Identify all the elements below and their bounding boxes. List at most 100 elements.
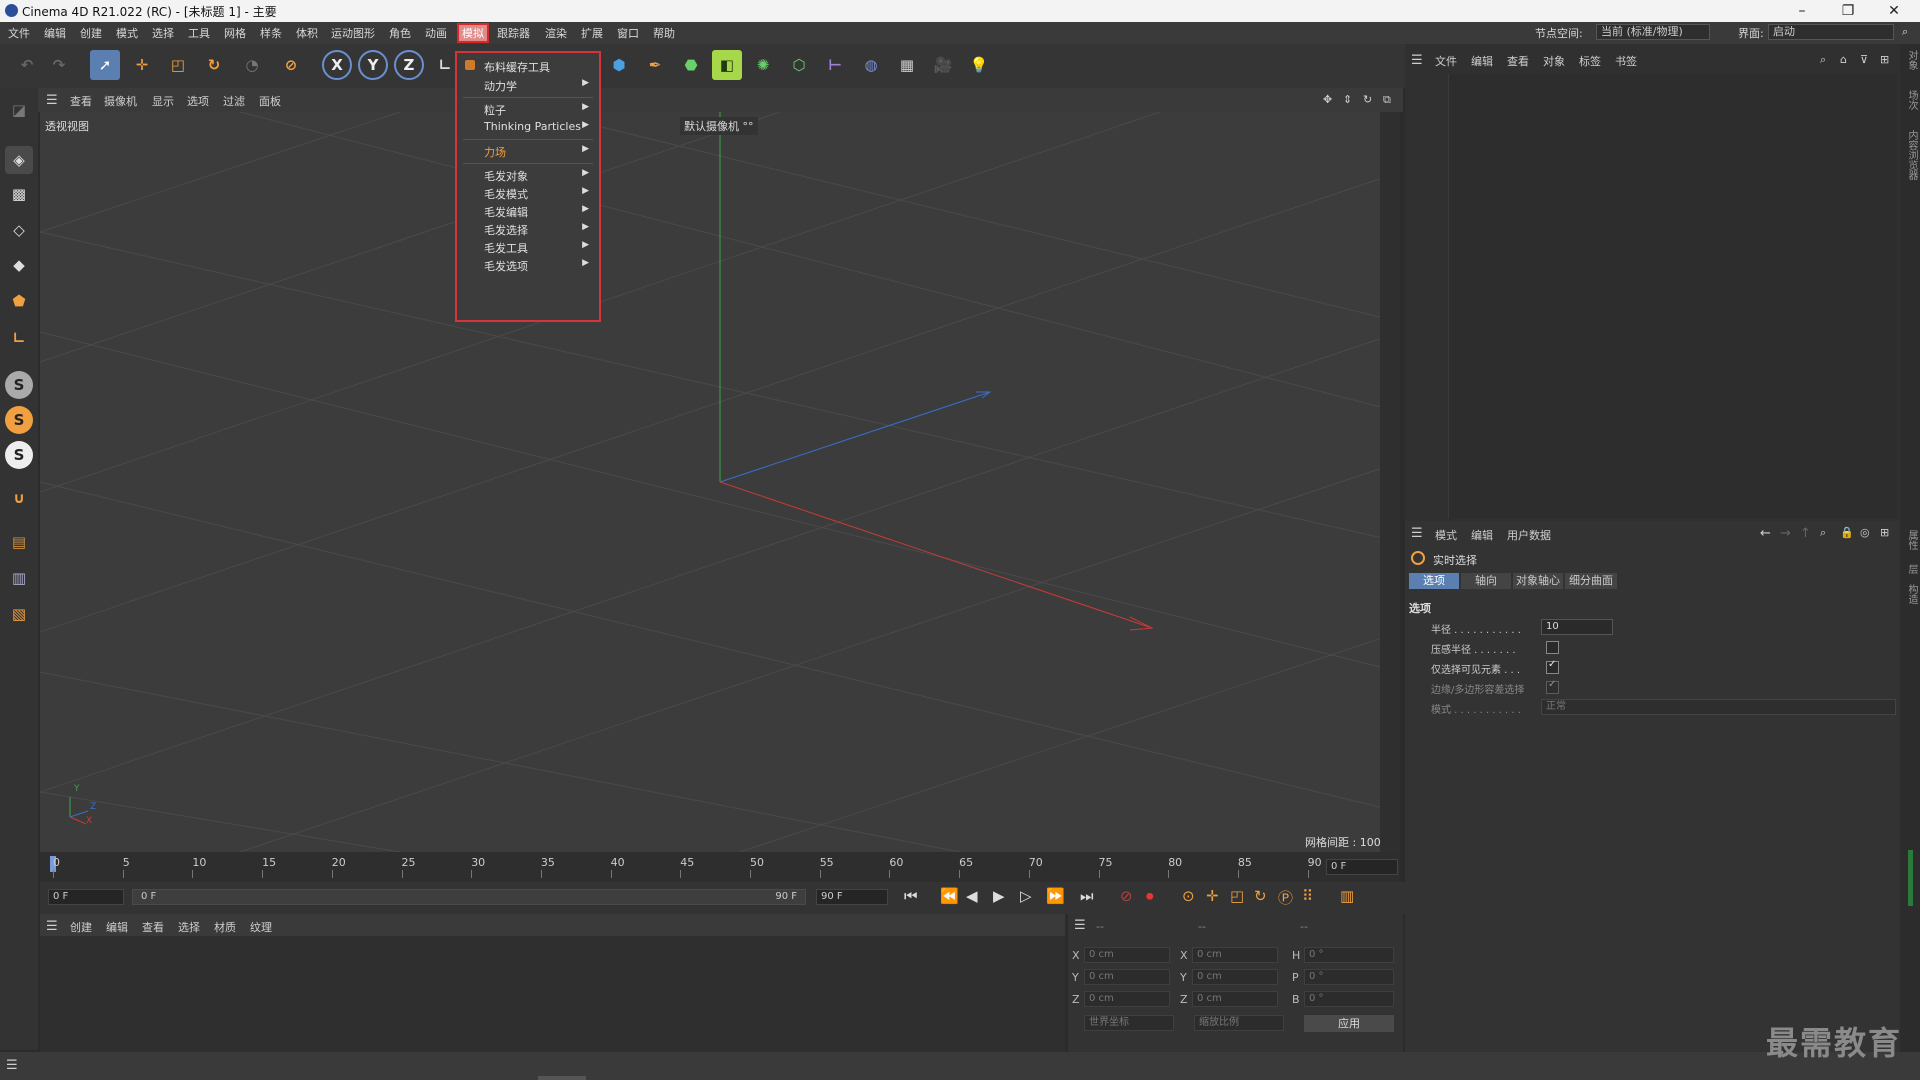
restore-button[interactable]: ❐ [1828, 1, 1868, 21]
attr-back-icon[interactable]: ← [1760, 526, 1771, 541]
record-keys-icon[interactable]: ⊘ [1120, 887, 1133, 905]
menu-item-hair-selection[interactable]: 毛发选择 ▶ [457, 219, 599, 239]
tab-object-axis[interactable]: 对象轴心 [1513, 573, 1563, 589]
bend-deformer-icon[interactable]: ⊢ [820, 50, 850, 80]
menu-character[interactable]: 角色 [389, 25, 411, 41]
object-hamburger-icon[interactable]: ☰ [1411, 53, 1423, 68]
next-key-icon[interactable]: ⏩ [1046, 887, 1065, 905]
object-menu-tags[interactable]: 标签 [1579, 53, 1601, 69]
viewport-menu-display[interactable]: 显示 [152, 93, 174, 109]
viewport-orbit-icon[interactable]: ↻ [1363, 93, 1372, 106]
viewport-maximize-icon[interactable]: ⧉ [1383, 93, 1391, 107]
subdivision-icon[interactable]: ⬣ [676, 50, 706, 80]
cloner-icon[interactable]: ⬡ [784, 50, 814, 80]
live-select-icon[interactable]: ➚ [90, 50, 120, 80]
object-list[interactable] [1448, 74, 1897, 519]
play-icon[interactable]: ▶ [993, 887, 1005, 905]
menu-volume[interactable]: 体积 [296, 25, 318, 41]
strip-tab-attributes[interactable]: 属性 [1904, 530, 1919, 550]
timeline-window-icon[interactable]: ▥ [1340, 887, 1354, 905]
menu-item-hair-mode[interactable]: 毛发模式 ▶ [457, 183, 599, 203]
scale-icon[interactable]: ◰ [163, 50, 193, 80]
x-axis-lock-button[interactable]: X [322, 50, 352, 80]
size-z-field[interactable]: 0 cm [1192, 991, 1278, 1007]
object-menu-edit[interactable]: 编辑 [1471, 53, 1493, 69]
object-search-icon[interactable]: ⌕ [1820, 53, 1826, 67]
model-mode-icon[interactable]: ◈ [5, 146, 33, 174]
menu-render[interactable]: 渲染 [545, 25, 567, 41]
coords-hamburger-icon[interactable]: ☰ [1074, 918, 1086, 933]
edges-mode-icon[interactable]: ◆ [5, 251, 33, 279]
deformer-icon[interactable]: ✺ [748, 50, 778, 80]
pos-z-field[interactable]: 0 cm [1084, 991, 1170, 1007]
recent-tool-icon[interactable]: ◔ [237, 50, 267, 80]
rot-h-field[interactable]: 0 ° [1304, 947, 1394, 963]
magnet-icon[interactable]: ∪ [5, 484, 33, 512]
material-menu-select[interactable]: 选择 [178, 919, 200, 935]
coordinate-space-select[interactable]: 世界坐标 [1084, 1015, 1174, 1031]
strip-tab-content-browser[interactable]: 内容浏览器 [1904, 130, 1919, 180]
floor-icon[interactable]: ▦ [892, 50, 922, 80]
menu-simulate[interactable]: 模拟 [457, 23, 489, 43]
texture-mode-icon[interactable]: ▩ [5, 180, 33, 208]
status-hamburger-icon[interactable]: ☰ [6, 1058, 18, 1073]
menu-mode[interactable]: 模式 [116, 25, 138, 41]
material-menu-view[interactable]: 查看 [142, 919, 164, 935]
quantize-icon[interactable]: S [5, 441, 33, 469]
close-button[interactable]: ✕ [1874, 1, 1914, 21]
previous-frame-icon[interactable]: ◀ [966, 887, 978, 905]
locked-workplane-icon[interactable]: ▥ [5, 564, 33, 592]
mode-select[interactable]: 正常 [1541, 699, 1896, 715]
viewport-menu-filter[interactable]: 过滤 [223, 93, 245, 109]
snap-settings-icon[interactable]: S [5, 406, 33, 434]
menu-mograph[interactable]: 运动图形 [331, 25, 375, 41]
viewport-dolly-icon[interactable]: ⇕ [1343, 93, 1352, 106]
attr-target-icon[interactable]: ◎ [1860, 526, 1870, 539]
undo-icon[interactable]: ↶ [12, 50, 42, 80]
end-frame-field[interactable]: 90 F [816, 889, 888, 905]
search-icon[interactable]: ⌕ [1902, 25, 1908, 39]
menu-item-hair-tools[interactable]: 毛发工具 ▶ [457, 237, 599, 257]
polygons-mode-icon[interactable]: ⬟ [5, 287, 33, 315]
timeline-ruler[interactable]: 0 5 10 15 20 25 30 35 40 45 50 55 60 65 70 75 80 85 90 0 F [40, 852, 1400, 882]
rotation-key-icon[interactable]: ↻ [1254, 887, 1267, 905]
menu-item-hair-objects[interactable]: 毛发对象 ▶ [457, 165, 599, 185]
previous-key-icon[interactable]: ⏪ [940, 887, 959, 905]
object-menu-objects[interactable]: 对象 [1543, 53, 1565, 69]
pos-y-field[interactable]: 0 cm [1084, 969, 1170, 985]
coordinate-system-icon[interactable]: ⊘ [276, 50, 306, 80]
menu-item-cloth-cache[interactable]: 布料缓存工具 [457, 56, 599, 76]
parameter-key-icon[interactable]: Ⓟ [1278, 887, 1293, 908]
layout-select[interactable]: 启动 [1768, 24, 1894, 40]
menu-animate[interactable]: 动画 [425, 25, 447, 41]
viewport-menu-options[interactable]: 选项 [187, 93, 209, 109]
status-resize-handle[interactable] [538, 1076, 586, 1080]
strip-tab-takes[interactable]: 场次 [1904, 90, 1919, 110]
strip-tab-layers[interactable]: 层 [1904, 564, 1919, 574]
cube-object-icon[interactable]: ⬢ [604, 50, 634, 80]
points-mode-icon[interactable]: ◇ [5, 216, 33, 244]
material-hamburger-icon[interactable]: ☰ [46, 919, 58, 934]
menu-item-hair-options[interactable]: 毛发选项 ▶ [457, 255, 599, 275]
object-home-icon[interactable]: ⌂ [1840, 53, 1847, 66]
apply-button[interactable]: 应用 [1304, 1015, 1394, 1032]
rot-p-field[interactable]: 0 ° [1304, 969, 1394, 985]
make-editable-icon[interactable]: ◪ [5, 96, 33, 124]
point-level-key-icon[interactable]: ⠿ [1302, 887, 1313, 905]
pressure-radius-checkbox[interactable] [1546, 641, 1559, 654]
menu-edit[interactable]: 编辑 [44, 25, 66, 41]
environment-icon[interactable]: ◍ [856, 50, 886, 80]
menu-window[interactable]: 窗口 [617, 25, 639, 41]
node-space-select[interactable]: 当前 (标准/物理) [1596, 24, 1710, 40]
object-new-window-icon[interactable]: ⊞ [1880, 53, 1889, 66]
planar-workplane-icon[interactable]: ▧ [5, 600, 33, 628]
object-filter-icon[interactable]: ⊽ [1860, 53, 1868, 66]
y-axis-lock-button[interactable]: Y [358, 50, 388, 80]
scale-key-icon[interactable]: ◰ [1230, 887, 1244, 905]
menu-item-hair-edit[interactable]: 毛发编辑 ▶ [457, 201, 599, 221]
radius-field[interactable]: 10 [1541, 619, 1613, 635]
next-frame-icon[interactable]: ▷ [1020, 887, 1032, 905]
array-icon[interactable]: ◧ [712, 50, 742, 80]
object-menu-file[interactable]: 文件 [1435, 53, 1457, 69]
rot-b-field[interactable]: 0 ° [1304, 991, 1394, 1007]
